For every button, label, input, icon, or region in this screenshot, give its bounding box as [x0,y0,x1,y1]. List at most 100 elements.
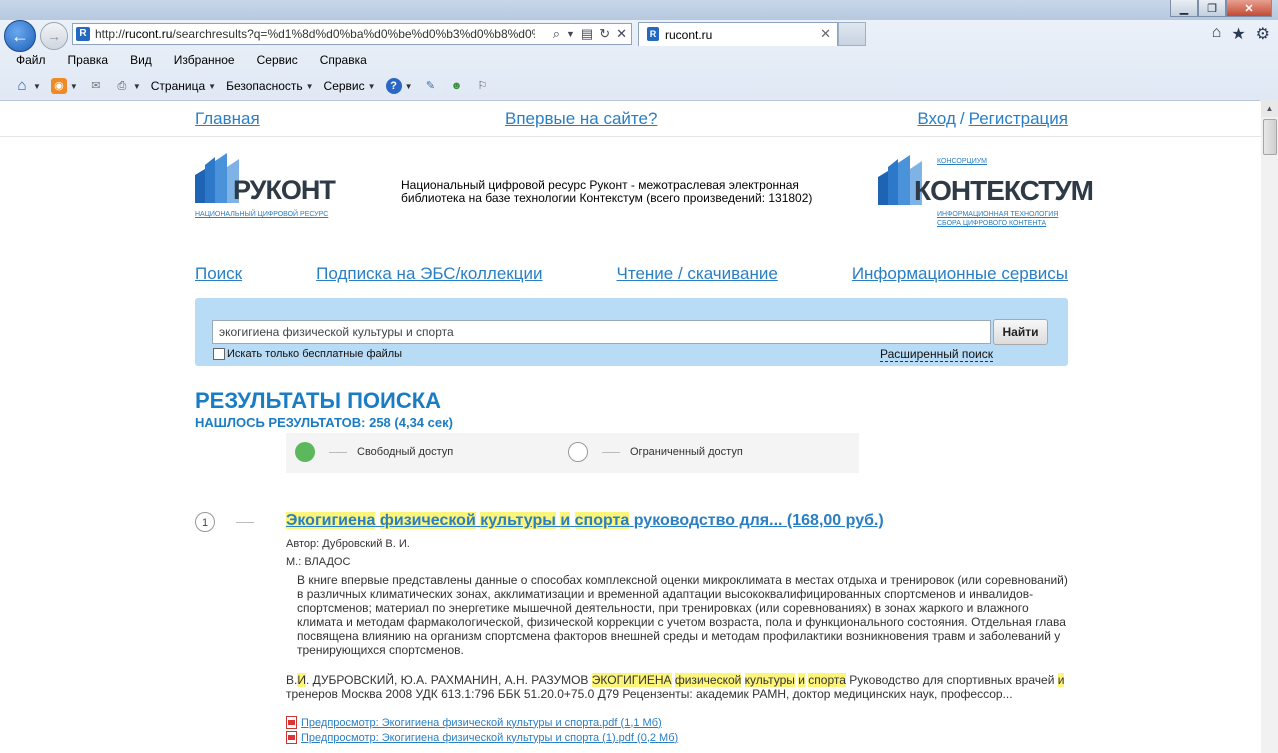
address-url[interactable]: http://rucont.ru/searchresults?q=%d1%8d%… [95,27,535,41]
auth-separator: / [959,109,965,128]
contextum-logo-name: КОНТЕКСТУМ [914,175,1094,206]
main-navigation: Поиск Подписка на ЭБС/коллекции Чтение /… [195,264,1068,284]
menu-tools[interactable]: Сервис [253,51,302,71]
browser-tab[interactable]: R rucont.ru ✕ [638,22,838,46]
help-command[interactable]: ? ▼ [385,78,412,94]
menu-favorites[interactable]: Избранное [170,51,239,71]
close-window-button[interactable]: ✕ [1226,0,1272,17]
research-icon: ✎ [425,80,436,92]
preview-file-1[interactable]: Предпросмотр: Экогигиена физической куль… [286,715,678,730]
result-publisher: М.: ВЛАДОС [286,556,351,568]
preview-file-2[interactable]: Предпросмотр: Экогигиена физической куль… [286,730,678,745]
nav-info-services[interactable]: Информационные сервисы [852,264,1068,284]
nav-reading[interactable]: Чтение / скачивание [617,264,778,284]
messenger-command[interactable]: ☻ [448,78,464,94]
stop-icon[interactable]: ✕ [616,26,627,42]
tools-menu[interactable]: Сервис ▼ [324,79,376,93]
command-bar: ⌂ ▼ ◉ ▼ ✉ ⎙ ▼ Страница ▼ Безопасность ▼ Серви… [0,74,500,98]
rucont-logo-name: РУКОНТ [233,175,336,205]
scroll-up-icon[interactable]: ▲ [1261,100,1278,117]
menu-view[interactable]: Вид [126,51,156,71]
compatibility-icon[interactable]: ▤ [581,26,593,42]
printer-icon: ⎙ [117,80,127,92]
refresh-icon[interactable]: ↻ [599,26,610,42]
forward-button[interactable]: → [40,22,68,50]
search-input[interactable]: экогигиена физической культуры и спорта [212,320,991,344]
tab-favicon-icon: R [647,27,659,41]
mail-command[interactable]: ✉ [88,78,104,94]
divider [0,136,1261,137]
addon-command[interactable]: ⚐ [474,78,490,94]
mail-icon: ✉ [91,80,101,92]
limited-access-icon [568,442,588,462]
home-icon: ⌂ [17,77,27,94]
addon-icon: ⚐ [477,80,488,92]
nav-search[interactable]: Поиск [195,264,242,284]
menu-file[interactable]: Файл [12,51,50,71]
favorites-star-icon[interactable]: ★ [1231,24,1245,44]
home-command[interactable]: ⌂ ▼ [14,77,40,94]
contextum-logo-sub: ИНФОРМАЦИОННАЯ ТЕХНОЛОГИЯ СБОРА ЦИФРОВОГО… [937,211,1059,227]
feeds-command[interactable]: ◉ ▼ [50,78,78,94]
help-icon: ? [385,78,402,94]
auth-links: Вход / Регистрация [917,109,1068,129]
tab-title: rucont.ru [665,28,713,42]
address-bar[interactable]: R http://rucont.ru/searchresults?q=%d1%8… [72,23,632,45]
rss-icon: ◉ [50,78,67,94]
maximize-button[interactable]: ❐ [1198,0,1226,17]
nav-subscription[interactable]: Подписка на ЭБС/коллекции [316,264,542,284]
result-title-link[interactable]: Экогигиена физической культуры и спорта … [286,512,884,530]
contextum-logo-top: КОНСОРЦИУМ [937,158,988,165]
search-panel: экогигиена физической культуры и спорта … [195,298,1068,366]
result-files: Предпросмотр: Экогигиена физической куль… [286,715,678,745]
search-icon[interactable]: ⌕ [553,26,560,42]
first-time-link[interactable]: Впервые на сайте? [505,109,657,129]
title-bar: ▁ ❐ ✕ [0,0,1278,20]
results-count: НАШЛОСЬ РЕЗУЛЬТАТОВ: 258 (4,34 сек) [195,415,453,430]
result-number: 1 [195,512,215,532]
contextum-logo[interactable]: КОНСОРЦИУМ КОНТЕКСТУМ ИНФОРМАЦИОННАЯ ТЕХ… [878,153,1094,233]
results-title: РЕЗУЛЬТАТЫ ПОИСКА [195,388,442,413]
pdf-icon [286,716,297,729]
print-command[interactable]: ⎙ ▼ [114,78,140,94]
home-icon[interactable]: ⌂ [1212,24,1222,44]
menu-edit[interactable]: Правка [64,51,113,71]
access-legend: Свободный доступ Ограниченный доступ [286,433,859,473]
register-link[interactable]: Регистрация [969,109,1068,128]
search-button[interactable]: Найти [993,319,1048,345]
minimize-button[interactable]: ▁ [1170,0,1198,17]
security-menu[interactable]: Безопасность ▼ [226,79,313,93]
research-command[interactable]: ✎ [422,78,438,94]
menu-help[interactable]: Справка [316,51,371,71]
dropdown-arrow-icon[interactable]: ▼ [566,26,575,42]
page-menu[interactable]: Страница ▼ [151,79,216,93]
result-author: Автор: Дубровский В. И. [286,538,410,550]
result-snippet: В.И. ДУБРОВСКИЙ, Ю.А. РАХМАНИН, А.Н. РАЗ… [286,673,1065,701]
page-content: Главная Впервые на сайте? Вход / Регистрац… [0,101,1261,753]
advanced-search-link[interactable]: Расширенный поиск [880,347,993,362]
scroll-thumb[interactable] [1263,119,1277,155]
header-description: Национальный цифровой ресурс Руконт - ме… [401,178,813,205]
messenger-icon: ☻ [450,80,463,92]
gear-icon[interactable]: ⚙ [1256,24,1270,44]
home-link[interactable]: Главная [195,109,260,129]
free-only-label: Искать только бесплатные файлы [227,348,403,360]
legend-free: Свободный доступ [295,442,453,462]
back-button[interactable]: ← [4,20,36,52]
legend-limited: Ограниченный доступ [568,442,743,462]
pdf-icon [286,731,297,744]
login-link[interactable]: Вход [917,109,955,128]
window-controls: ▁ ❐ ✕ [1170,0,1272,17]
tab-close-icon[interactable]: ✕ [820,26,831,42]
new-tab-button[interactable] [838,22,866,46]
free-only-option[interactable]: Искать только бесплатные файлы [213,348,402,360]
site-favicon-icon: R [76,27,90,41]
free-access-icon [295,442,315,462]
browser-chrome: ▁ ❐ ✕ ← → R http://rucont.ru/searchresul… [0,0,1278,101]
result-description: В книге впервые представлены данные о сп… [297,573,1068,657]
rucont-logo[interactable]: РУКОНТ НАЦИОНАЛЬНЫЙ ЦИФРОВОЙ РЕСУРС [195,153,345,223]
free-only-checkbox[interactable] [213,348,225,360]
rucont-logo-sub: НАЦИОНАЛЬНЫЙ ЦИФРОВОЙ РЕСУРС [195,211,329,218]
menu-bar: Файл Правка Вид Избранное Сервис Справка [0,51,385,71]
vertical-scrollbar[interactable]: ▲ [1260,100,1278,753]
